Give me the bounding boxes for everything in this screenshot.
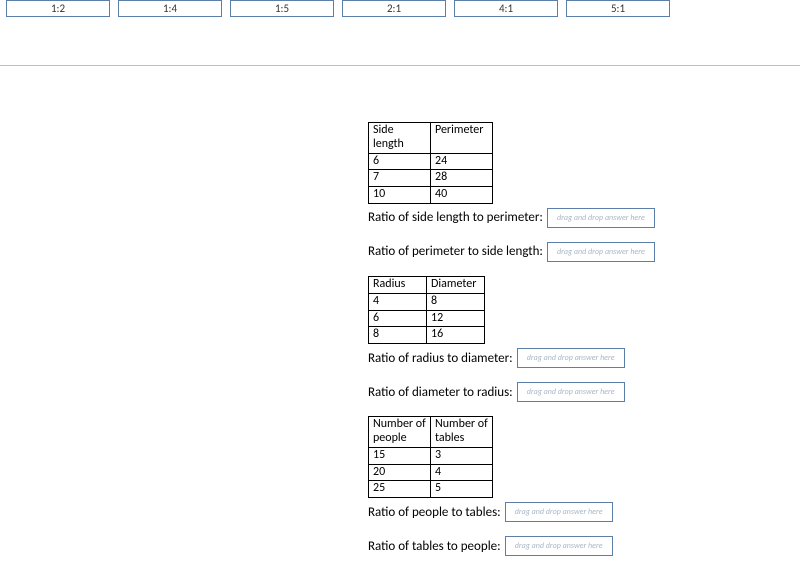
answer-tile-1-4[interactable]: 1:4 bbox=[118, 0, 222, 17]
answer-tile-2-1[interactable]: 2:1 bbox=[342, 0, 446, 17]
table-row: 6 12 bbox=[369, 310, 485, 327]
content-area: Side length Perimeter 6 24 7 28 10 40 Ra… bbox=[368, 122, 800, 556]
table-cell: 7 bbox=[369, 170, 431, 187]
table-cell: 12 bbox=[427, 310, 485, 327]
table-cell: 8 bbox=[427, 293, 485, 310]
prompt-people-to-tables: Ratio of people to tables: drag and drop… bbox=[368, 502, 800, 522]
table-row: 7 28 bbox=[369, 170, 493, 187]
table-cell: 28 bbox=[431, 170, 493, 187]
table-header: Number of tables bbox=[431, 417, 493, 448]
prompt-radius-to-diameter: Ratio of radius to diameter: drag and dr… bbox=[368, 348, 800, 368]
drop-zone-radius-to-diameter[interactable]: drag and drop answer here bbox=[517, 348, 625, 368]
prompt-label: Ratio of people to tables: bbox=[368, 505, 501, 520]
drop-zone-tables-to-people[interactable]: drag and drop answer here bbox=[505, 536, 613, 556]
table-row: 6 24 bbox=[369, 153, 493, 170]
table-cell: 16 bbox=[427, 327, 485, 344]
table-row: 20 4 bbox=[369, 464, 493, 481]
drop-zone-diameter-to-radius[interactable]: drag and drop answer here bbox=[517, 382, 625, 402]
table-cell: 15 bbox=[369, 447, 431, 464]
table-cell: 4 bbox=[431, 464, 493, 481]
table-cell: 6 bbox=[369, 153, 431, 170]
prompt-label: Ratio of perimeter to side length: bbox=[368, 244, 543, 259]
table-cell: 20 bbox=[369, 464, 431, 481]
table-cell: 3 bbox=[431, 447, 493, 464]
answer-tile-1-2[interactable]: 1:2 bbox=[6, 0, 110, 17]
prompt-tables-to-people: Ratio of tables to people: drag and drop… bbox=[368, 536, 800, 556]
table-cell: 5 bbox=[431, 481, 493, 498]
table-cell: 10 bbox=[369, 187, 431, 204]
prompt-label: Ratio of radius to diameter: bbox=[368, 351, 513, 366]
table-people-tables: Number of people Number of tables 15 3 2… bbox=[368, 416, 493, 498]
answer-tile-1-5[interactable]: 1:5 bbox=[230, 0, 334, 17]
table-cell: 40 bbox=[431, 187, 493, 204]
table-row: 25 5 bbox=[369, 481, 493, 498]
table-header: Radius bbox=[369, 276, 427, 293]
table-header: Side length bbox=[369, 123, 431, 154]
answer-bank: 1:2 1:4 1:5 2:1 4:1 5:1 bbox=[0, 0, 800, 17]
drop-zone-perimeter-to-side[interactable]: drag and drop answer here bbox=[547, 242, 655, 262]
answer-tile-4-1[interactable]: 4:1 bbox=[454, 0, 558, 17]
prompt-diameter-to-radius: Ratio of diameter to radius: drag and dr… bbox=[368, 382, 800, 402]
table-header: Diameter bbox=[427, 276, 485, 293]
table-row: 10 40 bbox=[369, 187, 493, 204]
table-radius-diameter: Radius Diameter 4 8 6 12 8 16 bbox=[368, 276, 485, 344]
table-side-perimeter: Side length Perimeter 6 24 7 28 10 40 bbox=[368, 122, 493, 204]
table-cell: 24 bbox=[431, 153, 493, 170]
drop-zone-people-to-tables[interactable]: drag and drop answer here bbox=[505, 502, 613, 522]
prompt-perimeter-to-side: Ratio of perimeter to side length: drag … bbox=[368, 242, 800, 262]
table-cell: 8 bbox=[369, 327, 427, 344]
divider bbox=[0, 65, 800, 66]
table-cell: 4 bbox=[369, 293, 427, 310]
table-header: Perimeter bbox=[431, 123, 493, 154]
prompt-label: Ratio of tables to people: bbox=[368, 539, 501, 554]
prompt-side-to-perimeter: Ratio of side length to perimeter: drag … bbox=[368, 208, 800, 228]
prompt-label: Ratio of side length to perimeter: bbox=[368, 210, 543, 225]
drop-zone-side-to-perimeter[interactable]: drag and drop answer here bbox=[547, 208, 655, 228]
table-row: 15 3 bbox=[369, 447, 493, 464]
table-row: 4 8 bbox=[369, 293, 485, 310]
answer-tile-5-1[interactable]: 5:1 bbox=[566, 0, 670, 17]
table-cell: 6 bbox=[369, 310, 427, 327]
table-row: 8 16 bbox=[369, 327, 485, 344]
table-cell: 25 bbox=[369, 481, 431, 498]
prompt-label: Ratio of diameter to radius: bbox=[368, 385, 513, 400]
table-header: Number of people bbox=[369, 417, 431, 448]
